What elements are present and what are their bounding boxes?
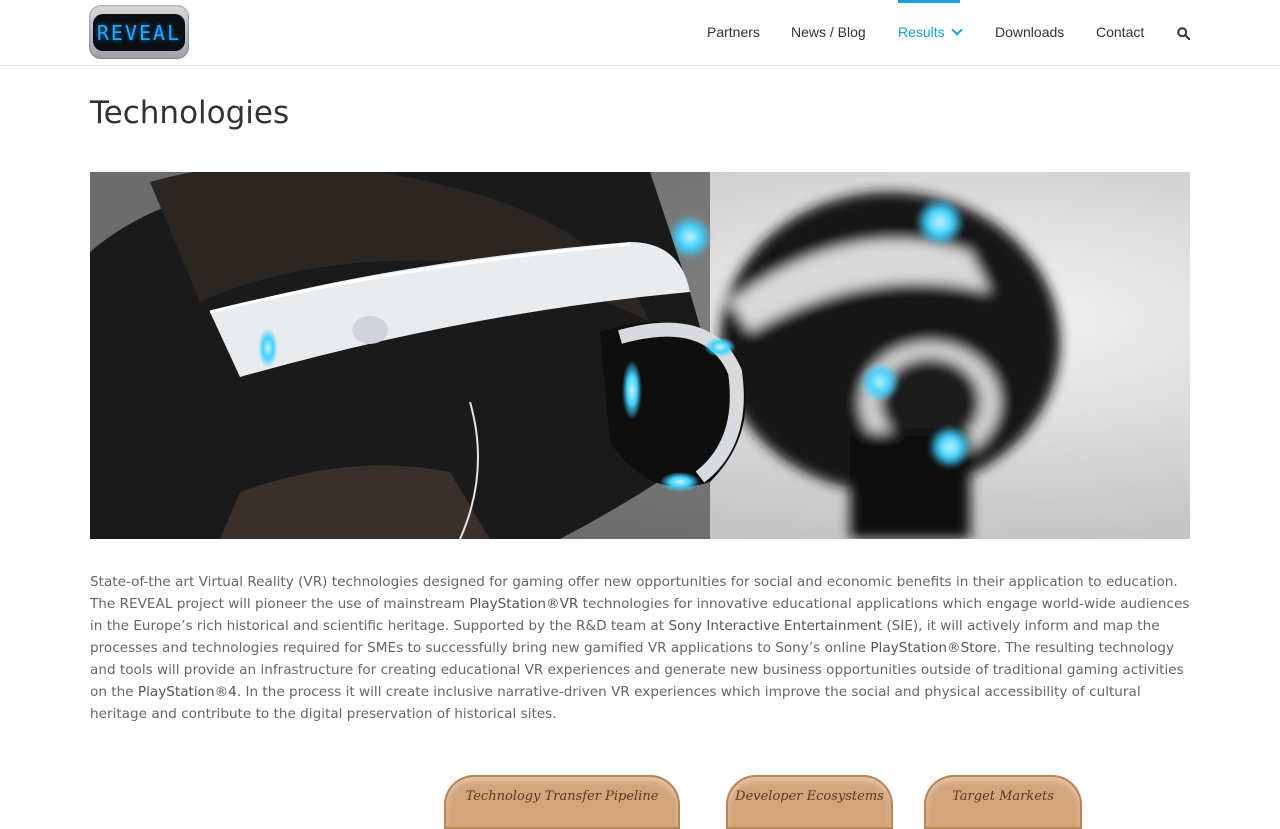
intro-paragraph: State-of-the art Virtual Reality (VR) te… [90, 571, 1190, 725]
brand-playstation-4: PlayStation®4 [137, 684, 237, 700]
brand-playstation-store: PlayStation®Store [870, 640, 997, 656]
nav-item-contact[interactable]: Contact [1096, 24, 1144, 40]
brand-sony-interactive-entertainment: Sony Interactive Entertainment [668, 618, 883, 634]
reveal-logo[interactable]: REVEAL [89, 5, 189, 59]
pill-developer-ecosystems[interactable]: Developer Ecosystems [726, 775, 893, 829]
logo-text: REVEAL [96, 20, 182, 45]
hero-image-vr-players [90, 172, 1190, 539]
pill-technology-transfer-pipeline[interactable]: Technology Transfer Pipeline [444, 775, 680, 829]
nav-item-partners[interactable]: Partners [707, 24, 760, 40]
nav-active-indicator [898, 0, 960, 3]
foreground-player [90, 172, 746, 539]
nav-item-results-label: Results [898, 24, 945, 40]
nav-item-downloads[interactable]: Downloads [995, 24, 1064, 40]
pill-target-markets[interactable]: Target Markets [924, 775, 1082, 829]
site-header: REVEAL Partners News / Blog Results Down… [0, 0, 1280, 66]
logo-screen: REVEAL [93, 14, 185, 51]
nav-item-news-blog[interactable]: News / Blog [791, 24, 866, 40]
search-icon[interactable] [1177, 27, 1190, 40]
page-title: Technologies [90, 95, 290, 131]
brand-playstation-vr: PlayStation®VR [469, 596, 579, 612]
chevron-down-icon [951, 24, 963, 36]
nav-item-results[interactable]: Results [898, 24, 963, 40]
main-nav: Partners News / Blog Results Downloads C… [700, 0, 1200, 65]
vr-headset-photo [90, 172, 1190, 539]
intro-text-5: . In the process it will create inclusiv… [90, 684, 1141, 722]
